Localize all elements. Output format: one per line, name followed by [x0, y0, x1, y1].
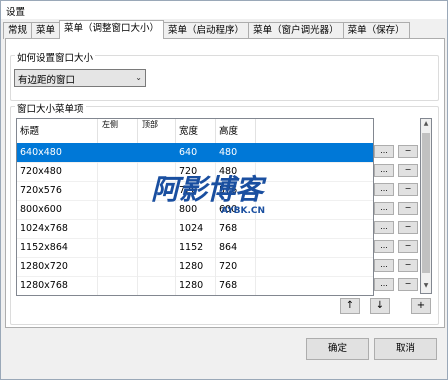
- tab-menu-dimmer[interactable]: 菜单（窗户调光器）: [248, 22, 344, 39]
- add-item-button[interactable]: +: [411, 298, 431, 314]
- tab-menu-launch[interactable]: 菜单（启动程序）: [163, 22, 250, 39]
- scrollbar-thumb[interactable]: [422, 133, 430, 273]
- cell-top: [138, 143, 176, 162]
- table-row[interactable]: 1280x720 1280 720: [17, 257, 373, 277]
- cell-left: [98, 219, 138, 238]
- cell-left: [98, 162, 138, 181]
- move-down-button[interactable]: ↓: [370, 298, 390, 314]
- cell-width: 1024: [176, 219, 216, 238]
- cell-width: 720: [176, 162, 216, 181]
- row-action-buttons: ... −... −... −... −... −... −... −... −: [372, 118, 420, 294]
- remove-row-button[interactable]: −: [398, 145, 418, 158]
- tab-general[interactable]: 常规: [3, 22, 33, 39]
- menu-items-table: 标题 左侧 顶部 宽度 高度 640x480 640 480 720x480 720 48…: [16, 118, 374, 296]
- cell-width: 640: [176, 143, 216, 162]
- cell-width: 1280: [176, 257, 216, 276]
- edit-row-button[interactable]: ...: [374, 145, 394, 158]
- remove-row-button[interactable]: −: [398, 221, 418, 234]
- resize-mode-select-value: 有边距的窗口: [18, 75, 76, 86]
- title-bar: 设置: [1, 1, 447, 19]
- cell-title: 640x480: [17, 143, 98, 162]
- menu-items-group-label: 窗口大小菜单项: [15, 101, 86, 115]
- tab-menu-save[interactable]: 菜单（保存）: [342, 22, 410, 39]
- cell-top: [138, 219, 176, 238]
- cell-left: [98, 238, 138, 257]
- column-header-height[interactable]: 高度: [216, 119, 256, 143]
- cell-height: 480: [216, 143, 256, 162]
- remove-row-button[interactable]: −: [398, 278, 418, 291]
- edit-row-button[interactable]: ...: [374, 202, 394, 215]
- edit-row-button[interactable]: ...: [374, 259, 394, 272]
- cell-left: [98, 200, 138, 219]
- edit-row-button[interactable]: ...: [374, 183, 394, 196]
- scroll-up-icon[interactable]: ▲: [422, 120, 430, 130]
- cell-title: 1152x864: [17, 238, 98, 257]
- remove-row-button[interactable]: −: [398, 259, 418, 272]
- remove-row-button[interactable]: −: [398, 183, 418, 196]
- cell-top: [138, 200, 176, 219]
- chevron-down-icon: ⌄: [135, 73, 142, 82]
- edit-row-button[interactable]: ...: [374, 278, 394, 291]
- column-header-top[interactable]: 顶部: [138, 119, 176, 143]
- table-row[interactable]: 1152x864 1152 864: [17, 238, 373, 258]
- cell-top: [138, 181, 176, 200]
- edit-row-button[interactable]: ...: [374, 240, 394, 253]
- cell-top: [138, 238, 176, 257]
- cell-height: 576: [216, 181, 256, 200]
- ok-button[interactable]: 确定: [306, 338, 369, 360]
- remove-row-button[interactable]: −: [398, 240, 418, 253]
- resize-mode-select[interactable]: 有边距的窗口 ⌄: [14, 69, 146, 87]
- remove-row-button[interactable]: −: [398, 202, 418, 215]
- column-header-width[interactable]: 宽度: [176, 119, 216, 143]
- table-scrollbar[interactable]: ▲ ▼: [420, 118, 432, 294]
- cell-left: [98, 257, 138, 276]
- remove-row-button[interactable]: −: [398, 164, 418, 177]
- move-up-button[interactable]: ↑: [340, 298, 360, 314]
- table-header: 标题 左侧 顶部 宽度 高度: [17, 119, 373, 144]
- cell-top: [138, 276, 176, 295]
- cancel-button[interactable]: 取消: [374, 338, 437, 360]
- tab-strip: 常规 菜单 菜单（调整窗口大小） 菜单（启动程序） 菜单（窗户调光器） 菜单（保…: [3, 20, 410, 39]
- tab-menu-resize[interactable]: 菜单（调整窗口大小）: [59, 20, 165, 39]
- cell-title: 1280x720: [17, 257, 98, 276]
- table-row[interactable]: 800x600 800 600: [17, 200, 373, 220]
- cell-width: 800: [176, 200, 216, 219]
- cell-width: 720: [176, 181, 216, 200]
- table-row[interactable]: 1280x768 1280 768: [17, 276, 373, 295]
- cell-left: [98, 143, 138, 162]
- resize-mode-group-label: 如何设置窗口大小: [15, 50, 96, 64]
- tab-menu[interactable]: 菜单: [31, 22, 61, 39]
- cell-width: 1280: [176, 276, 216, 295]
- cell-top: [138, 162, 176, 181]
- table-row[interactable]: 640x480 640 480: [17, 143, 373, 163]
- cell-height: 768: [216, 219, 256, 238]
- table-row[interactable]: 720x480 720 480: [17, 162, 373, 182]
- table-row[interactable]: 1024x768 1024 768: [17, 219, 373, 239]
- scroll-down-icon[interactable]: ▼: [422, 282, 430, 292]
- window-title: 设置: [6, 7, 26, 18]
- cell-height: 480: [216, 162, 256, 181]
- cell-title: 1024x768: [17, 219, 98, 238]
- cell-title: 720x480: [17, 162, 98, 181]
- edit-row-button[interactable]: ...: [374, 221, 394, 234]
- cell-left: [98, 276, 138, 295]
- cell-height: 600: [216, 200, 256, 219]
- cell-height: 768: [216, 276, 256, 295]
- cell-top: [138, 257, 176, 276]
- column-header-title[interactable]: 标题: [17, 119, 98, 143]
- edit-row-button[interactable]: ...: [374, 164, 394, 177]
- cell-height: 864: [216, 238, 256, 257]
- cell-width: 1152: [176, 238, 216, 257]
- cell-title: 1280x768: [17, 276, 98, 295]
- cell-left: [98, 181, 138, 200]
- settings-dialog: 设置 常规 菜单 菜单（调整窗口大小） 菜单（启动程序） 菜单（窗户调光器） 菜…: [0, 0, 448, 380]
- cell-title: 800x600: [17, 200, 98, 219]
- column-header-left[interactable]: 左侧: [98, 119, 138, 143]
- cell-height: 720: [216, 257, 256, 276]
- cell-title: 720x576: [17, 181, 98, 200]
- table-row[interactable]: 720x576 720 576: [17, 181, 373, 201]
